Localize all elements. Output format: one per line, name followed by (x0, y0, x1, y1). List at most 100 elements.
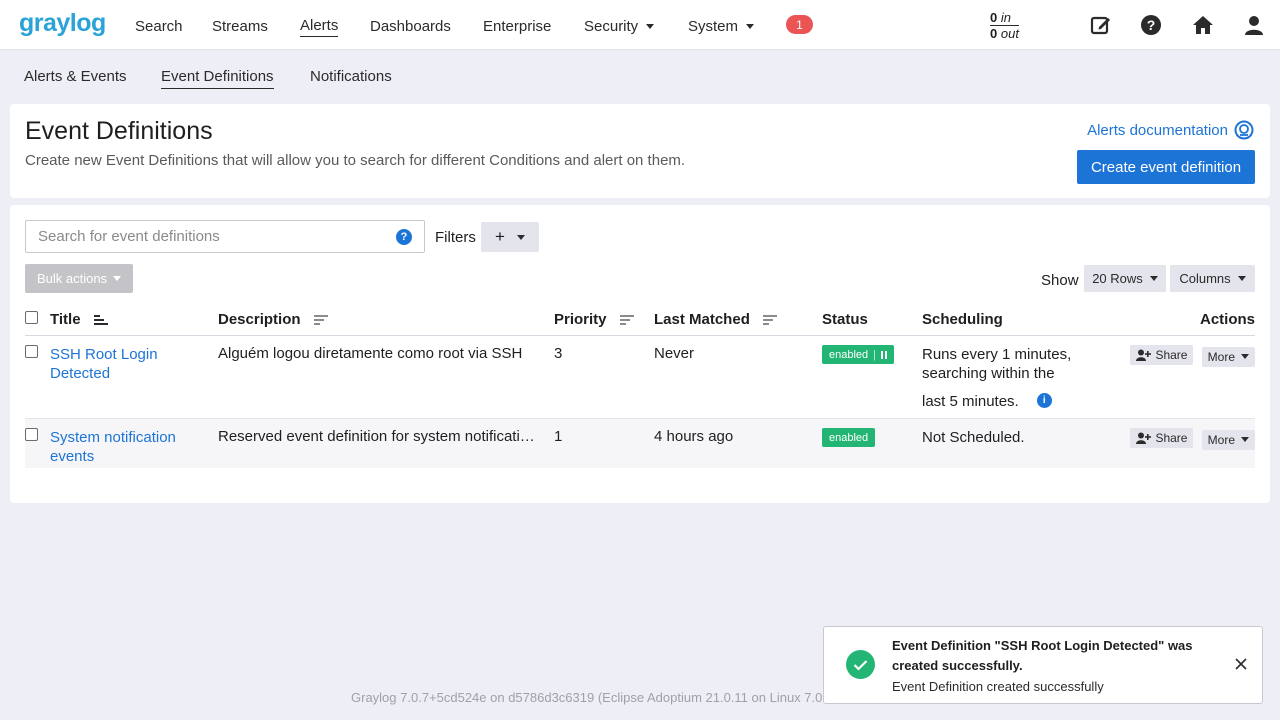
throughput-out-value: 0 (990, 26, 998, 41)
nav-security-label: Security (584, 17, 639, 35)
more-actions-button[interactable]: More (1201, 346, 1255, 367)
column-header-last-matched[interactable]: Last Matched (654, 305, 822, 336)
chevron-down-icon (516, 234, 525, 240)
row-last-matched: Never (654, 335, 822, 419)
column-last-matched-label: Last Matched (654, 311, 750, 329)
sort-icon[interactable] (619, 313, 635, 327)
create-event-definition-button[interactable]: Create event definition (1077, 150, 1255, 184)
alerts-documentation-link[interactable]: Alerts documentation (1087, 120, 1254, 140)
more-actions-button[interactable]: More (1201, 429, 1255, 450)
home-icon[interactable] (1192, 14, 1214, 36)
column-header-status: Status (822, 305, 922, 336)
edit-icon[interactable] (1090, 14, 1112, 36)
chevron-down-icon (113, 276, 122, 281)
toast-title: Event Definition "SSH Root Login Detecte… (892, 638, 1193, 673)
share-button[interactable]: Share (1130, 427, 1194, 448)
status-label: enabled (829, 348, 869, 361)
columns-dropdown[interactable]: Columns (1170, 265, 1255, 292)
svg-text:?: ? (1147, 17, 1156, 33)
status-badge[interactable]: enabled | (822, 345, 895, 364)
notification-badge[interactable]: 1 (786, 15, 813, 34)
column-header-description[interactable]: Description (218, 305, 554, 336)
footer-version-info: Graylog 7.0.7+5cd524e on d5786d3c6319 (E… (351, 690, 834, 705)
pause-icon (881, 350, 888, 359)
event-definition-title-link[interactable]: System notification events (50, 428, 218, 466)
title-line: System notification (50, 428, 176, 446)
chevron-down-icon (746, 23, 755, 29)
sort-ascending-icon[interactable] (93, 313, 109, 327)
info-icon[interactable]: i (1036, 392, 1052, 408)
page-description: Create new Event Definitions that will a… (25, 152, 686, 169)
subnav-notifications[interactable]: Notifications (310, 68, 392, 89)
column-title-label: Title (50, 311, 81, 329)
row-checkbox[interactable] (25, 427, 38, 441)
search-input[interactable] (26, 221, 386, 252)
status-label: enabled (829, 431, 869, 444)
chevron-down-icon (1241, 437, 1249, 442)
filters-label: Filters (435, 229, 476, 246)
column-header-scheduling: Scheduling (922, 305, 1120, 336)
success-toast: Event Definition "SSH Root Login Detecte… (823, 626, 1263, 704)
nav-security-dropdown[interactable]: Security (584, 15, 655, 37)
top-navbar: graylog Search Streams Alerts Dashboards… (0, 0, 1280, 50)
sort-icon[interactable] (313, 313, 329, 327)
more-label: More (1207, 349, 1235, 364)
user-icon[interactable] (1243, 14, 1265, 36)
row-checkbox[interactable] (25, 344, 38, 358)
nav-dashboards[interactable]: Dashboards (370, 15, 451, 37)
scheduling-line: last 5 minutes. (922, 392, 1019, 410)
add-filter-button[interactable]: + (481, 222, 539, 252)
select-all-checkbox[interactable] (25, 311, 38, 325)
share-label: Share (1155, 430, 1188, 445)
subnav-alerts-events[interactable]: Alerts & Events (24, 68, 127, 89)
columns-label: Columns (1179, 271, 1231, 286)
scheduling-line: searching within the (922, 364, 1055, 382)
docs-link-label: Alerts documentation (1087, 121, 1228, 139)
graylog-logo[interactable]: graylog (19, 9, 106, 38)
event-definitions-table-card: ? Filters + Bulk actions Show 20 Rows Co… (10, 205, 1270, 503)
event-definition-title-link[interactable]: SSH Root Login Detected (50, 345, 218, 383)
plus-icon: + (495, 227, 505, 246)
nav-system-dropdown[interactable]: System (688, 15, 755, 37)
title-line: SSH Root Login (50, 345, 158, 363)
row-description: Reserved event definition for system not… (218, 427, 535, 445)
close-icon[interactable] (1234, 657, 1248, 671)
scheduling-line: Runs every 1 minutes, (922, 345, 1072, 363)
bulk-actions-button[interactable]: Bulk actions (25, 264, 133, 293)
nav-search[interactable]: Search (135, 15, 183, 37)
subnav-event-definitions[interactable]: Event Definitions (161, 68, 274, 89)
column-header-actions: Actions (1120, 305, 1255, 336)
bulk-actions-label: Bulk actions (36, 271, 108, 286)
column-header-priority[interactable]: Priority (554, 305, 654, 336)
nav-streams[interactable]: Streams (212, 15, 268, 37)
row-priority: 3 (554, 335, 654, 419)
show-label: Show (1041, 272, 1079, 289)
row-last-matched: 4 hours ago (654, 427, 734, 445)
more-label: More (1207, 432, 1235, 447)
nav-enterprise[interactable]: Enterprise (483, 15, 551, 37)
help-icon[interactable]: ? (1140, 14, 1162, 36)
throughput-out-label: out (1000, 26, 1019, 41)
user-plus-icon (1136, 432, 1152, 444)
table-header-row: Title Description Priority Last Matched … (25, 305, 1255, 336)
status-badge[interactable]: enabled (822, 428, 876, 447)
nav-alerts[interactable]: Alerts (300, 15, 339, 37)
rows-per-page-label: 20 Rows (1092, 271, 1143, 286)
sort-icon[interactable] (762, 313, 778, 327)
chevron-down-icon (646, 23, 655, 29)
share-button[interactable]: Share (1130, 344, 1194, 365)
event-definitions-table: Title Description Priority Last Matched … (25, 305, 1255, 468)
throughput-indicator[interactable]: 0 in 0 out (990, 10, 1019, 41)
rows-per-page-dropdown[interactable]: 20 Rows (1084, 265, 1166, 292)
chevron-down-icon (1241, 354, 1249, 359)
column-header-title[interactable]: Title (50, 305, 218, 336)
check-circle-icon (846, 650, 875, 679)
row-priority: 1 (554, 427, 563, 445)
search-help-icon[interactable]: ? (396, 229, 412, 245)
scheduling-line: Not Scheduled. (922, 428, 1025, 446)
column-priority-label: Priority (554, 311, 607, 329)
lifebuoy-icon (1234, 120, 1254, 140)
share-label: Share (1155, 347, 1188, 362)
column-description-label: Description (218, 311, 301, 329)
title-line: events (50, 447, 95, 465)
